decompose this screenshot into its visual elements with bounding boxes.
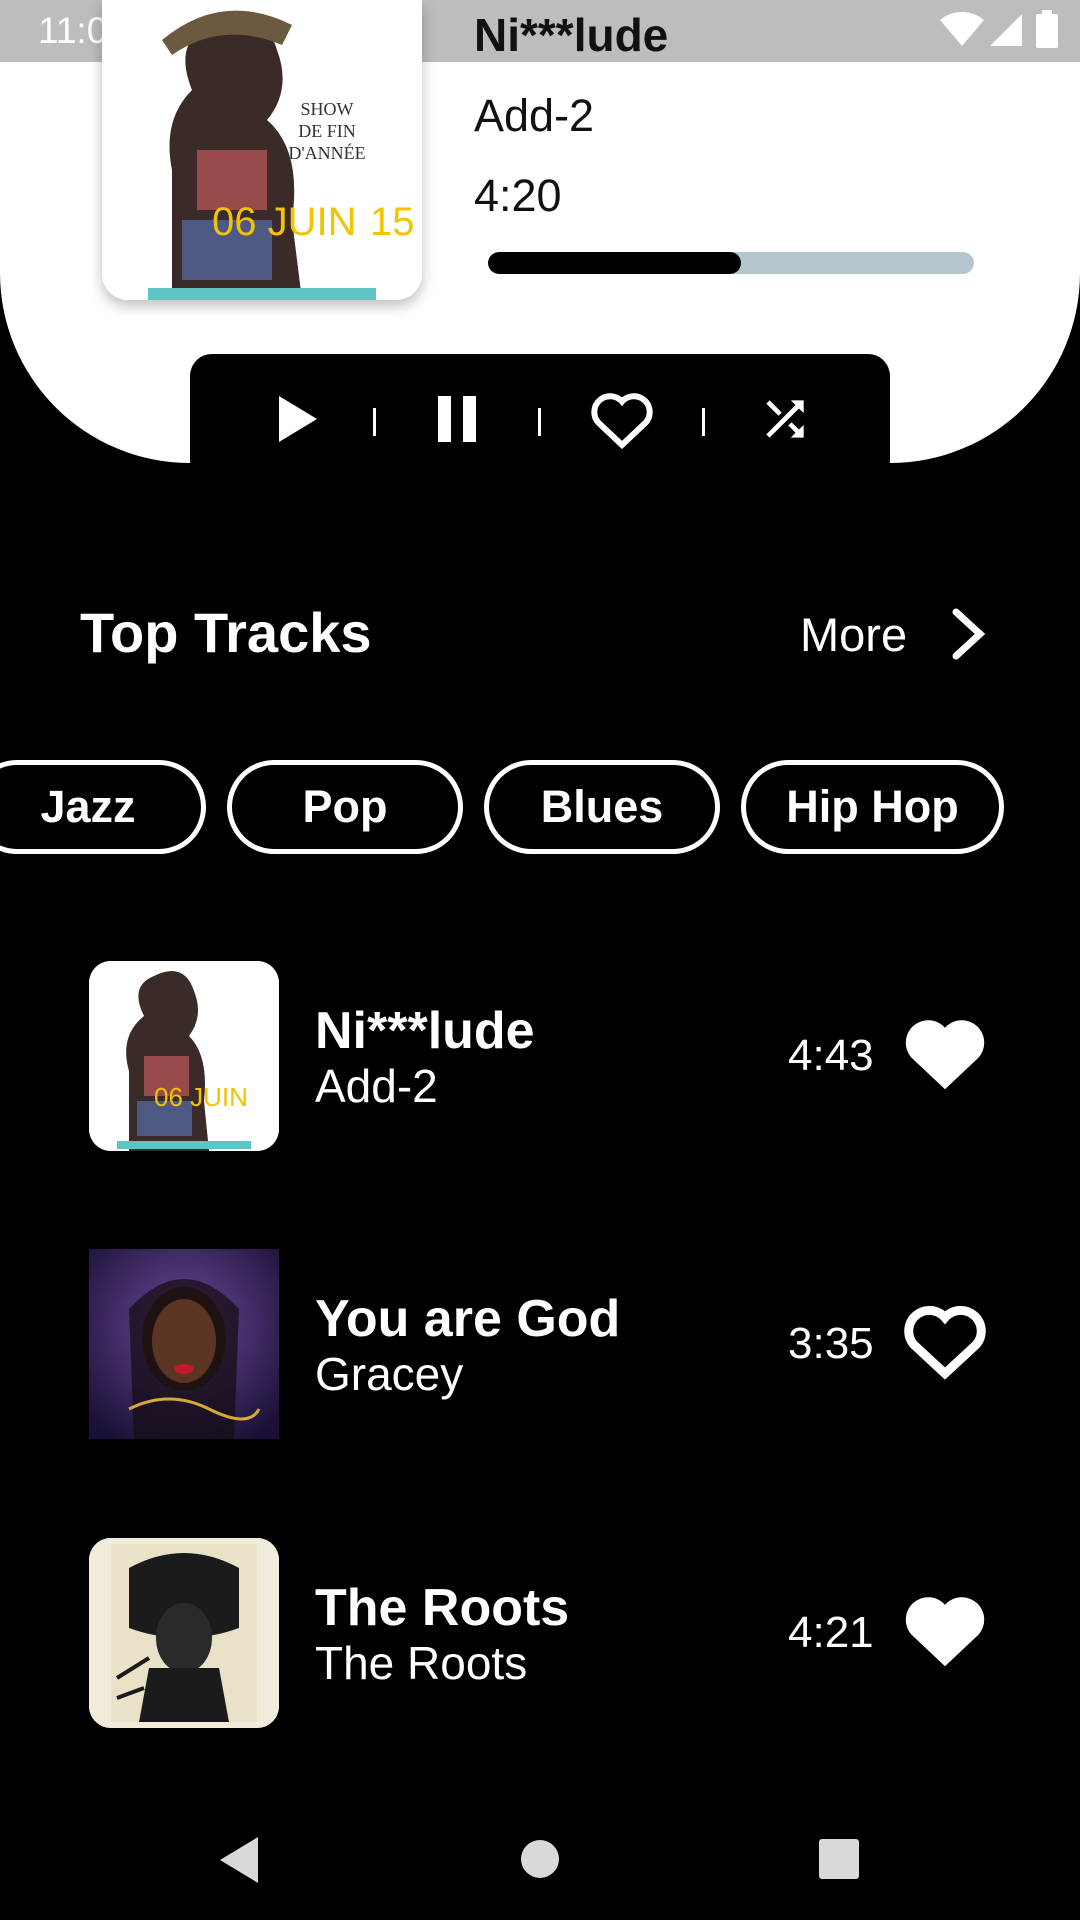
now-playing-album-art: SHOW DE FIN D'ANNÉE 06 JUIN 15 bbox=[102, 0, 422, 300]
wifi-icon bbox=[940, 11, 984, 51]
track-artist: Add-2 bbox=[315, 1060, 438, 1112]
pause-icon bbox=[436, 394, 478, 449]
genre-chip-jazz[interactable]: Jazz bbox=[0, 760, 206, 854]
signal-icon bbox=[990, 14, 1022, 51]
play-button[interactable] bbox=[262, 386, 332, 456]
section-title: Top Tracks bbox=[80, 601, 372, 664]
poster-line-1: SHOW bbox=[301, 99, 354, 119]
heart-filled-icon[interactable] bbox=[900, 1588, 990, 1675]
genre-chip-label: Blues bbox=[540, 781, 664, 832]
heart-outline-icon bbox=[589, 389, 655, 454]
recents-icon[interactable] bbox=[818, 1838, 860, 1885]
poster-line-2: DE FIN bbox=[298, 121, 356, 141]
track-row[interactable]: 06 JUIN Ni***lude Add-2 4:43 bbox=[0, 961, 1080, 1151]
track-title: Ni***lude bbox=[315, 1002, 535, 1060]
chevron-right-icon[interactable] bbox=[950, 608, 986, 665]
playback-progress-bar[interactable] bbox=[488, 252, 974, 274]
genre-chip-hip-hop[interactable]: Hip Hop bbox=[741, 760, 1004, 854]
playback-progress-fill bbox=[488, 252, 741, 274]
play-icon bbox=[275, 394, 319, 449]
track-album-art bbox=[89, 1538, 279, 1728]
track-title: The Roots bbox=[315, 1579, 570, 1637]
track-duration: 3:35 bbox=[788, 1319, 874, 1368]
now-playing-duration: 4:20 bbox=[474, 170, 562, 221]
track-title: You are God bbox=[315, 1290, 621, 1348]
poster-date: 06 JUIN bbox=[212, 200, 357, 244]
back-icon[interactable] bbox=[216, 1835, 262, 1890]
favorite-button[interactable] bbox=[587, 386, 657, 456]
shuffle-icon bbox=[757, 391, 813, 452]
track-album-art: 06 JUIN bbox=[89, 961, 279, 1151]
track-duration: 4:43 bbox=[788, 1031, 874, 1080]
more-link[interactable]: More bbox=[800, 607, 907, 662]
now-playing-title: Ni***lude bbox=[474, 9, 669, 61]
heart-outline-icon[interactable] bbox=[900, 1299, 990, 1386]
battery-icon bbox=[1036, 10, 1058, 53]
track-row[interactable]: The Roots The Roots 4:21 bbox=[0, 1538, 1080, 1728]
now-playing-artist: Add-2 bbox=[474, 90, 595, 141]
track-artist: Gracey bbox=[315, 1348, 464, 1400]
controls-divider bbox=[538, 408, 541, 436]
genre-chip-blues[interactable]: Blues bbox=[484, 760, 720, 854]
poster-date: 06 JUIN bbox=[154, 1082, 248, 1112]
genre-chip-label: Jazz bbox=[40, 781, 136, 832]
track-album-art bbox=[89, 1249, 279, 1439]
controls-divider bbox=[373, 408, 376, 436]
system-navigation-bar bbox=[0, 1800, 1080, 1920]
genre-chip-pop[interactable]: Pop bbox=[227, 760, 463, 854]
track-duration: 4:21 bbox=[788, 1608, 874, 1657]
genre-chip-label: Hip Hop bbox=[786, 781, 959, 832]
track-row[interactable]: You are God Gracey 3:35 bbox=[0, 1249, 1080, 1439]
poster-line-3: D'ANNÉE bbox=[288, 142, 365, 163]
track-artist: The Roots bbox=[315, 1637, 528, 1689]
heart-filled-icon[interactable] bbox=[900, 1011, 990, 1098]
player-controls bbox=[190, 354, 890, 464]
controls-divider bbox=[702, 408, 705, 436]
pause-button[interactable] bbox=[422, 386, 492, 456]
home-icon[interactable] bbox=[518, 1837, 562, 1886]
genre-chip-label: Pop bbox=[302, 781, 388, 832]
poster-year: 15 bbox=[370, 200, 415, 244]
shuffle-button[interactable] bbox=[750, 386, 820, 456]
